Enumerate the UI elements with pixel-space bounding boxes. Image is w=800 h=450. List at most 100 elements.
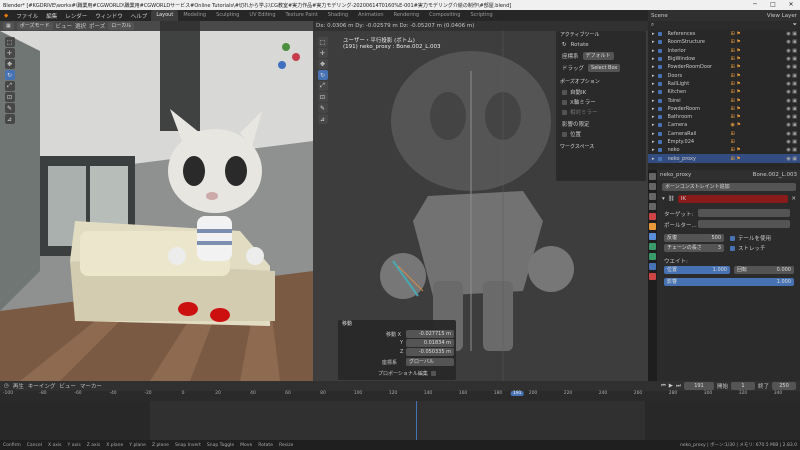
pose-options-title[interactable]: ポーズオプション (556, 78, 646, 87)
iterations-field[interactable]: 反復 500 (664, 234, 724, 242)
search-icon[interactable]: ⌕ (651, 22, 654, 29)
move-z-field[interactable]: -0.050335 m (406, 348, 454, 356)
current-frame-field[interactable]: 191 (683, 382, 714, 390)
outliner-row[interactable]: ▸ RailLight ⊞ ⚑ ◉ ▣ (648, 80, 800, 88)
menu-view[interactable]: ビュー (56, 22, 73, 30)
output-tab-icon[interactable] (649, 193, 656, 200)
move-x-field[interactable]: -0.027715 m (406, 330, 454, 338)
tab-scripting[interactable]: Scripting (465, 10, 497, 21)
menu-marker[interactable]: マーカー (80, 382, 102, 390)
measure-tool-icon[interactable]: ⊿ (4, 114, 15, 124)
menu-help[interactable]: ヘルプ (127, 12, 152, 20)
relative-mirror-checkbox[interactable] (562, 110, 567, 115)
tool-tab-icon[interactable] (649, 173, 656, 180)
outliner-row[interactable]: ▸ Toirei ⊞ ⚑ ◉ ▣ (648, 96, 800, 104)
collection-checkbox[interactable] (657, 98, 662, 103)
blender-logo-icon[interactable]: ◆ (0, 13, 12, 19)
annotate-tool-icon[interactable]: ✎ (317, 103, 328, 113)
outliner-row[interactable]: ▸ Camera ◉ ⚑ ◉ ▣ (648, 121, 800, 129)
affect-location-checkbox[interactable] (562, 132, 567, 137)
expand-icon[interactable]: ▸ (652, 114, 655, 120)
menu-render[interactable]: レンダー (61, 12, 91, 20)
target-field[interactable] (698, 209, 790, 217)
end-frame-field[interactable]: 250 (772, 382, 796, 390)
add-bone-constraint-button[interactable]: ボーンコンストレイント追加 (662, 183, 796, 191)
bone-constraint-tab-icon[interactable] (649, 263, 656, 270)
bone-tab-icon[interactable] (649, 253, 656, 260)
measure-tool-icon[interactable]: ⊿ (317, 114, 328, 124)
pole-field[interactable] (698, 220, 790, 228)
menu-file[interactable]: ファイル (12, 12, 42, 20)
menu-window[interactable]: ウィンドウ (91, 12, 127, 20)
operator-title[interactable]: 移動 (338, 320, 456, 329)
expand-icon[interactable]: ▸ (652, 156, 655, 162)
chain-length-field[interactable]: チェーンの長さ 3 (664, 244, 724, 252)
rotate-tool-icon[interactable]: ↻ (4, 70, 15, 80)
visibility-eye-icon[interactable]: ◉ ▣ (786, 147, 797, 153)
mode-select[interactable]: ポーズモード (16, 22, 53, 30)
proportional-checkbox[interactable] (430, 371, 436, 376)
expand-icon[interactable]: ▸ (652, 48, 655, 54)
collection-checkbox[interactable] (657, 140, 662, 144)
menu-select[interactable]: 選択 (75, 22, 86, 30)
start-frame-field[interactable]: 1 (730, 382, 755, 390)
visibility-eye-icon[interactable]: ◉ ▣ (786, 98, 797, 104)
x-mirror-checkbox[interactable] (562, 100, 567, 105)
collection-checkbox[interactable] (657, 48, 662, 53)
annotate-tool-icon[interactable]: ✎ (4, 103, 15, 113)
collection-checkbox[interactable] (657, 90, 662, 95)
use-tail-checkbox[interactable] (730, 236, 735, 241)
move-tool-icon[interactable]: ✥ (317, 59, 328, 69)
menu-timeline-view[interactable]: ビュー (59, 382, 76, 390)
outliner-row[interactable]: ▸ Doors ⊞ ⚑ ◉ ▣ (648, 71, 800, 79)
tab-compositing[interactable]: Compositing (424, 10, 465, 21)
expand-icon[interactable]: ▸ (652, 39, 655, 45)
tab-rendering[interactable]: Rendering (389, 10, 425, 21)
visibility-eye-icon[interactable]: ◉ ▣ (786, 106, 797, 112)
object-tab-icon[interactable] (649, 223, 656, 230)
outliner-row[interactable]: ▸ References ⊞ ⚑ ◉ ▣ (648, 30, 800, 38)
collection-checkbox[interactable] (657, 40, 662, 45)
outliner-row[interactable]: ▸ Bathroom ⊞ ⚑ ◉ ▣ (648, 113, 800, 121)
select-tool-icon[interactable]: ⬚ (4, 37, 15, 47)
clock-icon[interactable]: ◷ (4, 383, 9, 389)
menu-edit[interactable]: 編集 (42, 12, 61, 20)
cursor-tool-icon[interactable]: ✛ (4, 48, 15, 58)
visibility-eye-icon[interactable]: ◉ ▣ (786, 81, 797, 87)
tab-modeling[interactable]: Modeling (178, 10, 211, 21)
expand-icon[interactable]: ▸ (652, 98, 655, 104)
visibility-eye-icon[interactable]: ◉ ▣ (786, 114, 797, 120)
move-tool-icon[interactable]: ✥ (4, 59, 15, 69)
scene-select[interactable]: Scene (651, 13, 668, 19)
tab-sculpting[interactable]: Sculpting (211, 10, 244, 21)
collapse-icon[interactable]: ▾ (662, 196, 665, 202)
rotate-tool-icon[interactable]: ↻ (317, 70, 328, 80)
move-y-field[interactable]: 0.01834 m (406, 339, 454, 347)
scene-tab-icon[interactable] (649, 203, 656, 210)
outliner-row[interactable]: ▸ neko ⊞ ⚑ ◉ ▣ (648, 146, 800, 154)
outliner-row[interactable]: ▸ PowderRoomDoor ⊞ ⚑ ◉ ▣ (648, 63, 800, 71)
outliner-row[interactable]: ▸ Kitchen ⊞ ⚑ ◉ ▣ (648, 88, 800, 96)
expand-icon[interactable]: ▸ (652, 31, 655, 37)
minimize-button[interactable]: ─ (746, 0, 764, 10)
visibility-eye-icon[interactable]: ◉ ▣ (786, 131, 797, 137)
tab-shading[interactable]: Shading (323, 10, 353, 21)
scale-tool-icon[interactable]: ⤢ (317, 81, 328, 91)
modifier-tab-icon[interactable] (649, 233, 656, 240)
weight-position-field[interactable]: 位置 1.000 (664, 266, 730, 274)
maximize-button[interactable]: □ (764, 0, 782, 10)
workspace-title[interactable]: ワークスペース (556, 143, 646, 152)
menu-pose[interactable]: ポーズ (89, 22, 105, 30)
visibility-eye-icon[interactable]: ◉ ▣ (786, 48, 797, 54)
rotation-weight-field[interactable]: 回転 0.000 (734, 266, 794, 274)
collection-checkbox[interactable] (657, 57, 662, 62)
timeline-ruler[interactable]: -100 -80 -60 -40 -20 0 20 40 60 80 100 120 140 160 180… (0, 391, 800, 401)
outliner-row[interactable]: ▸ Interior ⊞ ⚑ ◉ ▣ (648, 47, 800, 55)
menu-playback[interactable]: 再生 (13, 382, 24, 390)
render-tab-icon[interactable] (649, 183, 656, 190)
orientation-field[interactable]: グローバル (406, 358, 454, 366)
collection-checkbox[interactable] (657, 115, 662, 120)
transform-tool-icon[interactable]: ⊡ (4, 92, 15, 102)
outliner-row[interactable]: ▸ PowderRoom ⊞ ⚑ ◉ ▣ (648, 105, 800, 113)
outliner-row[interactable]: ▸ neko_proxy ⊞ ⚑ ◉ ▣ (648, 154, 800, 163)
